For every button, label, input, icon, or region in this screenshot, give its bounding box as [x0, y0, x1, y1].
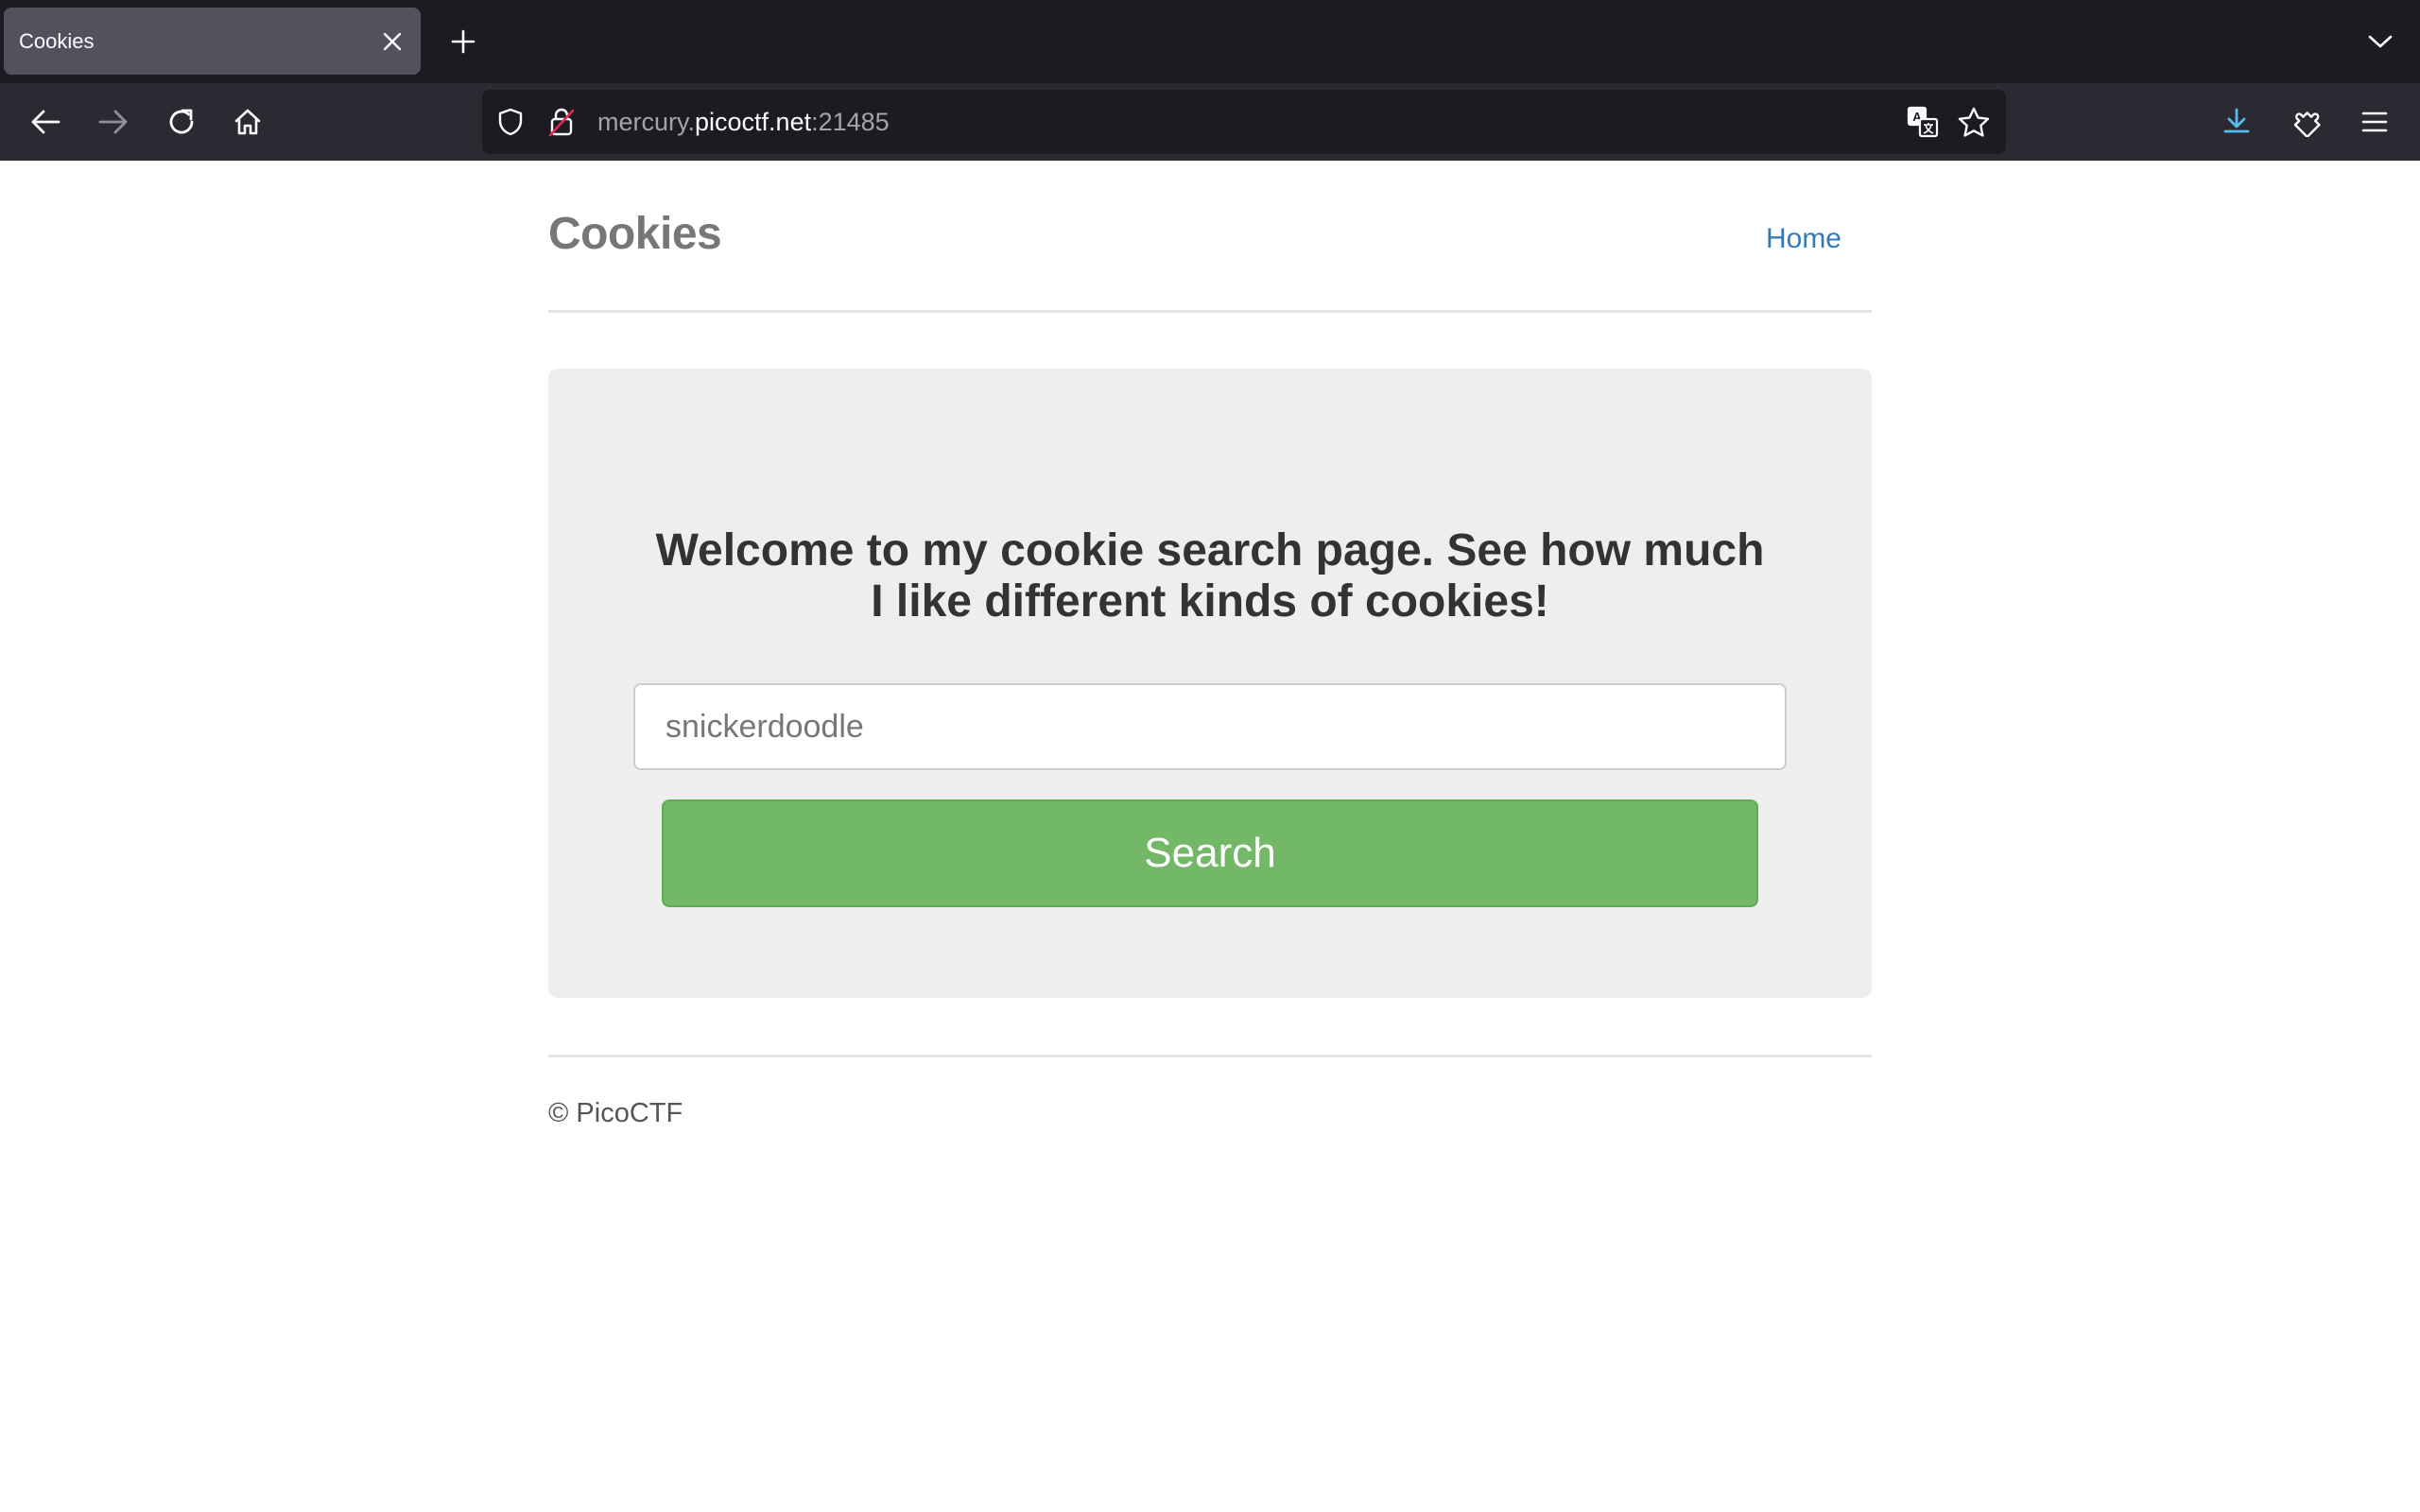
forward-arrow-icon[interactable] [91, 99, 136, 145]
tracking-protection-shield-icon[interactable] [493, 105, 527, 139]
application-menu-hamburger-icon[interactable] [2352, 99, 2397, 145]
new-tab-icon[interactable] [444, 23, 482, 60]
browser-tab-cookies[interactable]: Cookies [4, 8, 421, 75]
browser-navigation-bar: mercury.picoctf.net:21485 A [0, 83, 2420, 161]
browser-tab-strip: Cookies [0, 0, 2420, 83]
site-title: Cookies [548, 209, 722, 259]
welcome-heading: Welcome to my cookie search page. See ho… [655, 525, 1765, 627]
search-panel: Welcome to my cookie search page. See ho… [548, 369, 1872, 998]
insecure-connection-lock-icon[interactable] [544, 105, 579, 139]
footer-divider [548, 1055, 1872, 1057]
url-text[interactable]: mercury.picoctf.net:21485 [597, 90, 890, 154]
close-tab-icon[interactable] [377, 26, 407, 57]
search-button[interactable]: Search [662, 799, 1758, 907]
extensions-puzzle-icon[interactable] [2284, 99, 2329, 145]
translate-page-icon[interactable]: A [1906, 105, 1940, 139]
footer-copyright: © PicoCTF [548, 1098, 683, 1128]
tab-title: Cookies [19, 29, 95, 53]
downloads-icon[interactable] [2214, 99, 2259, 145]
list-all-tabs-chevron-icon[interactable] [2361, 23, 2399, 60]
back-arrow-icon[interactable] [23, 99, 68, 145]
web-page: Cookies Home Welcome to my cookie search… [0, 161, 2420, 1512]
reload-icon[interactable] [159, 99, 204, 145]
nav-home-link[interactable]: Home [1766, 223, 1841, 255]
address-bar[interactable]: mercury.picoctf.net:21485 A [482, 90, 2006, 154]
header-divider [548, 310, 1872, 313]
home-icon[interactable] [225, 99, 270, 145]
bookmark-star-icon[interactable] [1957, 105, 1991, 139]
cookie-search-input[interactable] [633, 683, 1787, 770]
